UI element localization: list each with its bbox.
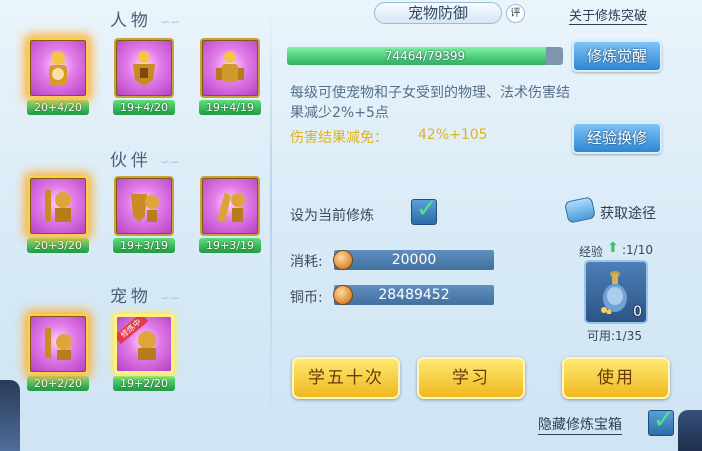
progress-text: 74464/79399 [384, 49, 466, 63]
up-arrow-icon: ⬆ [607, 240, 619, 256]
wave-ornament-icon: ∽∽ [159, 15, 181, 29]
character-defense-icon [114, 38, 174, 98]
card-partner-defense[interactable]: 19+3/19 [113, 176, 175, 253]
partner-attack-icon [28, 176, 88, 236]
use-button[interactable]: 使用 [562, 357, 670, 399]
character-magic-icon [200, 38, 260, 98]
pet-defense-icon: 修炼中 [114, 314, 174, 374]
item-count: 0 [633, 304, 642, 320]
page-title: 宠物防御 [374, 2, 502, 24]
coin-icon [333, 285, 353, 305]
level-label: 19+2/20 [113, 376, 175, 391]
pet-attack-icon [28, 314, 88, 374]
level-label: 19+4/20 [113, 100, 175, 115]
about-breakthrough-link[interactable]: 关于修炼突破 [569, 5, 648, 25]
set-current-label: 设为当前修炼 [290, 208, 374, 224]
set-current-checkbox[interactable]: ✓ [411, 194, 438, 225]
usable-count: 可用:1/35 [587, 329, 642, 343]
damage-reduction-value: 42%+105 [418, 127, 488, 143]
copper-value: 28489452 [334, 285, 494, 305]
rate-icon[interactable]: 评 [506, 4, 525, 23]
exchange-exp-button[interactable]: 经验换修 [572, 122, 662, 154]
copper-label: 铜币: [290, 290, 323, 306]
level-label: 20+2/20 [27, 376, 89, 391]
cultivation-list: 人物 ∽∽ 20+4/20 19+4/20 19+4/19 伙伴 ∽∽ 20+3/2… [14, 0, 276, 451]
exp-progress-bar: 74464/79399 [287, 47, 563, 65]
exp-value: :1/10 [622, 243, 653, 257]
learn-fifty-button[interactable]: 学五十次 [292, 357, 400, 399]
card-partner-attack[interactable]: 20+3/20 [27, 176, 89, 253]
cost-value: 20000 [334, 250, 494, 270]
section-title-pet: 宠物 ∽∽ [109, 287, 181, 307]
effect-description: 每级可使宠物和子女受到的物理、法术伤害结果减少2%+5点 [290, 85, 570, 121]
hide-treasure-checkbox[interactable]: ✓ [648, 405, 675, 436]
learn-button[interactable]: 学习 [417, 357, 525, 399]
character-attack-icon [28, 38, 88, 98]
card-pet-attack[interactable]: 20+2/20 [27, 314, 89, 391]
card-character-defense[interactable]: 19+4/20 [113, 38, 175, 115]
card-partner-magic[interactable]: 19+3/19 [199, 176, 261, 253]
section-title-character: 人物 ∽∽ [109, 11, 181, 31]
right-corner-decoration [678, 410, 702, 451]
level-label: 20+4/20 [27, 100, 89, 115]
vase-icon [601, 271, 627, 314]
wave-ornament-icon: ∽∽ [159, 155, 181, 169]
damage-reduction-label: 伤害结果减免： [290, 130, 388, 146]
cultivation-item-slot[interactable]: 0 [584, 260, 648, 324]
cost-label: 消耗: [290, 254, 323, 270]
card-pet-defense[interactable]: 修炼中 19+2/20 [113, 314, 175, 391]
card-character-magic[interactable]: 19+4/19 [199, 38, 261, 115]
coin-icon [333, 250, 353, 270]
level-label: 20+3/20 [27, 238, 89, 253]
obtain-icon[interactable] [564, 196, 596, 224]
level-label: 19+3/19 [113, 238, 175, 253]
partner-defense-icon [114, 176, 174, 236]
checkmark-icon: ✓ [653, 405, 675, 435]
checkmark-icon: ✓ [416, 194, 438, 224]
obtain-route-link[interactable]: 获取途径 [600, 203, 656, 223]
card-character-attack[interactable]: 20+4/20 [27, 38, 89, 115]
wave-ornament-icon: ∽∽ [159, 291, 181, 305]
partner-magic-icon [200, 176, 260, 236]
section-title-partner: 伙伴 ∽∽ [109, 151, 181, 171]
level-label: 19+3/19 [199, 238, 261, 253]
level-label: 19+4/19 [199, 100, 261, 115]
hide-treasure-chest-label: 隐藏修炼宝箱 [538, 414, 622, 435]
panel-divider [270, 6, 272, 431]
exp-label: 经验 [579, 245, 604, 259]
awaken-button[interactable]: 修炼觉醒 [572, 40, 662, 72]
